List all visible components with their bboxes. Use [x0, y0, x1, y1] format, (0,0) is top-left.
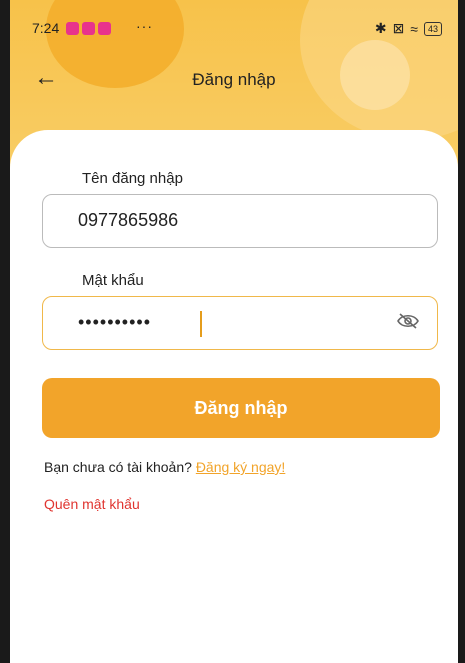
- app-notification-icon: [98, 22, 111, 35]
- username-label: Tên đăng nhập: [82, 170, 183, 187]
- forgot-password-link[interactable]: Quên mật khẩu: [44, 496, 140, 512]
- status-icons: ✱ ⊠ ≈ 43: [375, 20, 442, 37]
- status-time: 7:24: [32, 20, 60, 36]
- login-button[interactable]: Đăng nhập: [42, 378, 440, 438]
- notification-icons: [63, 20, 111, 36]
- status-bar: 7:24 ··· ✱ ⊠ ≈ 43: [10, 18, 458, 44]
- more-notifications-icon: ···: [136, 18, 153, 34]
- register-prompt-row: Bạn chưa có tài khoản? Đăng ký ngay!: [44, 459, 285, 475]
- page-title: Đăng nhập: [192, 70, 276, 89]
- register-link[interactable]: Đăng ký ngay!: [196, 459, 286, 475]
- phone-screen: 7:24 ··· ✱ ⊠ ≈ 43 ← Đăng nhập Tên đăng n…: [10, 0, 458, 663]
- password-label: Mật khẩu: [82, 272, 144, 289]
- bluetooth-icon: ✱: [374, 20, 387, 36]
- text-cursor: [200, 311, 202, 337]
- password-field[interactable]: ••••••••••: [42, 296, 438, 350]
- sim-icon: ⊠: [392, 20, 405, 36]
- username-field[interactable]: 0977865986: [42, 194, 438, 248]
- app-notification-icon: [66, 22, 79, 35]
- eye-slash-icon[interactable]: [397, 312, 419, 335]
- username-value: 0977865986: [78, 210, 179, 230]
- wifi-icon: ≈: [410, 20, 418, 37]
- register-prompt: Bạn chưa có tài khoản?: [44, 459, 192, 475]
- app-notification-icon: [82, 22, 95, 35]
- battery-icon: 43: [423, 21, 442, 36]
- password-value: ••••••••••: [78, 312, 152, 332]
